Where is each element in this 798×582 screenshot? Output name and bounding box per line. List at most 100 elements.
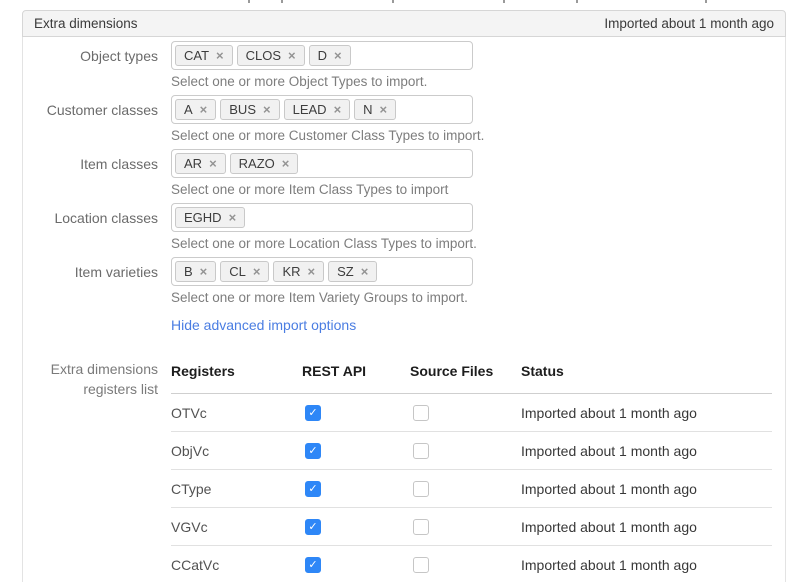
tag-label: RAZO [239, 154, 275, 173]
object-types-input[interactable]: CAT × CLOS× D× [171, 41, 473, 70]
form-row-object-types: Object types CAT × CLOS× D× Select one or… [23, 41, 785, 89]
rest-api-checkbox[interactable]: ✓ [305, 557, 321, 573]
tag-label: A [184, 100, 193, 119]
check-icon: ✓ [306, 520, 320, 534]
source-files-checkbox[interactable]: ✓ [413, 519, 429, 535]
table-row: CCatVc ✓ ✓ Imported about 1 month ago [171, 546, 772, 582]
tag-label: EGHD [184, 208, 222, 227]
location-classes-help: Select one or more Location Class Types … [171, 236, 473, 251]
tag: N× [354, 99, 396, 120]
panel-header: Extra dimensions Imported about 1 month … [22, 10, 786, 37]
register-name: CCatVc [171, 546, 302, 582]
col-header-status: Status [521, 350, 772, 394]
table-row: CType ✓ ✓ Imported about 1 month ago [171, 470, 772, 508]
rest-api-checkbox[interactable]: ✓ [305, 519, 321, 535]
clipped-text-fragment [281, 0, 283, 3]
register-name: ObjVc [171, 432, 302, 470]
registers-list-section: Extra dimensions registers list Register… [23, 350, 785, 582]
status-text: Imported about 1 month ago [521, 546, 772, 582]
tag: RAZO × [230, 153, 299, 174]
col-header-source-files: Source Files [410, 350, 521, 394]
source-files-checkbox[interactable]: ✓ [413, 481, 429, 497]
col-header-registers: Registers [171, 350, 302, 394]
form-row-location-classes: Location classes EGHD × Select one or mor… [23, 203, 785, 251]
remove-tag-icon[interactable]: × [334, 100, 342, 119]
extra-dimensions-panel: Extra dimensions Imported about 1 month … [22, 10, 786, 582]
panel-title: Extra dimensions [34, 16, 138, 31]
status-text: Imported about 1 month ago [521, 394, 772, 432]
rest-api-checkbox[interactable]: ✓ [305, 481, 321, 497]
form-row-customer-classes: Customer classes A× BUS× LEAD× N× Select… [23, 95, 785, 143]
registers-table: Registers REST API Source Files Status O… [171, 350, 772, 582]
remove-tag-icon[interactable]: × [334, 46, 342, 65]
form-row-item-classes: Item classes AR × RAZO × Select one or mor… [23, 149, 785, 197]
tag: A× [175, 99, 216, 120]
tag-label: BUS [229, 100, 256, 119]
register-name: CType [171, 470, 302, 508]
tag-label: CAT [184, 46, 209, 65]
hide-advanced-options-link[interactable]: Hide advanced import options [171, 317, 356, 333]
object-types-label: Object types [23, 41, 158, 89]
tag: SZ× [328, 261, 377, 282]
remove-tag-icon[interactable]: × [209, 154, 217, 173]
registers-list-label: Extra dimensions registers list [23, 350, 158, 582]
customer-classes-help: Select one or more Customer Class Types … [171, 128, 473, 143]
tag: CLOS× [237, 45, 305, 66]
remove-tag-icon[interactable]: × [308, 262, 316, 281]
table-header-row: Registers REST API Source Files Status [171, 350, 772, 394]
clipped-text-fragment [705, 0, 707, 3]
register-name: OTVc [171, 394, 302, 432]
item-varieties-help: Select one or more Item Variety Groups t… [171, 290, 473, 305]
location-classes-input[interactable]: EGHD × [171, 203, 473, 232]
register-name: VGVc [171, 508, 302, 546]
rest-api-checkbox[interactable]: ✓ [305, 443, 321, 459]
remove-tag-icon[interactable]: × [229, 208, 237, 227]
panel-body: Object types CAT × CLOS× D× Select one or… [22, 37, 786, 582]
table-row: OTVc ✓ ✓ Imported about 1 month ago [171, 394, 772, 432]
clipped-text-fragment [248, 0, 250, 3]
status-text: Imported about 1 month ago [521, 508, 772, 546]
item-classes-input[interactable]: AR × RAZO × [171, 149, 473, 178]
tag-label: N [363, 100, 372, 119]
col-header-rest-api: REST API [302, 350, 410, 394]
tag-label: LEAD [293, 100, 327, 119]
status-text: Imported about 1 month ago [521, 432, 772, 470]
check-icon: ✓ [306, 406, 320, 420]
clipped-text-fragment [392, 0, 394, 3]
source-files-checkbox[interactable]: ✓ [413, 405, 429, 421]
customer-classes-input[interactable]: A× BUS× LEAD× N× [171, 95, 473, 124]
table-row: ObjVc ✓ ✓ Imported about 1 month ago [171, 432, 772, 470]
tag: AR × [175, 153, 226, 174]
item-classes-help: Select one or more Item Class Types to i… [171, 182, 473, 197]
tag: LEAD × [284, 99, 351, 120]
location-classes-label: Location classes [23, 203, 158, 251]
panel-imported-status: Imported about 1 month ago [604, 16, 774, 31]
tag-label: KR [282, 262, 300, 281]
item-classes-label: Item classes [23, 149, 158, 197]
remove-tag-icon[interactable]: × [263, 100, 271, 119]
remove-tag-icon[interactable]: × [282, 154, 290, 173]
rest-api-checkbox[interactable]: ✓ [305, 405, 321, 421]
tag: CL× [220, 261, 269, 282]
item-varieties-input[interactable]: B× CL× KR× SZ× [171, 257, 473, 286]
remove-tag-icon[interactable]: × [200, 100, 208, 119]
remove-tag-icon[interactable]: × [200, 262, 208, 281]
tag: EGHD × [175, 207, 245, 228]
remove-tag-icon[interactable]: × [361, 262, 369, 281]
check-icon: ✓ [306, 482, 320, 496]
remove-tag-icon[interactable]: × [380, 100, 388, 119]
remove-tag-icon[interactable]: × [216, 46, 224, 65]
remove-tag-icon[interactable]: × [253, 262, 261, 281]
tag: CAT × [175, 45, 233, 66]
source-files-checkbox[interactable]: ✓ [413, 557, 429, 573]
customer-classes-label: Customer classes [23, 95, 158, 143]
tag: D× [309, 45, 351, 66]
tag: KR × [273, 261, 324, 282]
remove-tag-icon[interactable]: × [288, 46, 296, 65]
source-files-checkbox[interactable]: ✓ [413, 443, 429, 459]
tag: BUS × [220, 99, 279, 120]
clipped-text-fragment [503, 0, 505, 3]
object-types-help: Select one or more Object Types to impor… [171, 74, 473, 89]
table-row: VGVc ✓ ✓ Imported about 1 month ago [171, 508, 772, 546]
tag-label: AR [184, 154, 202, 173]
